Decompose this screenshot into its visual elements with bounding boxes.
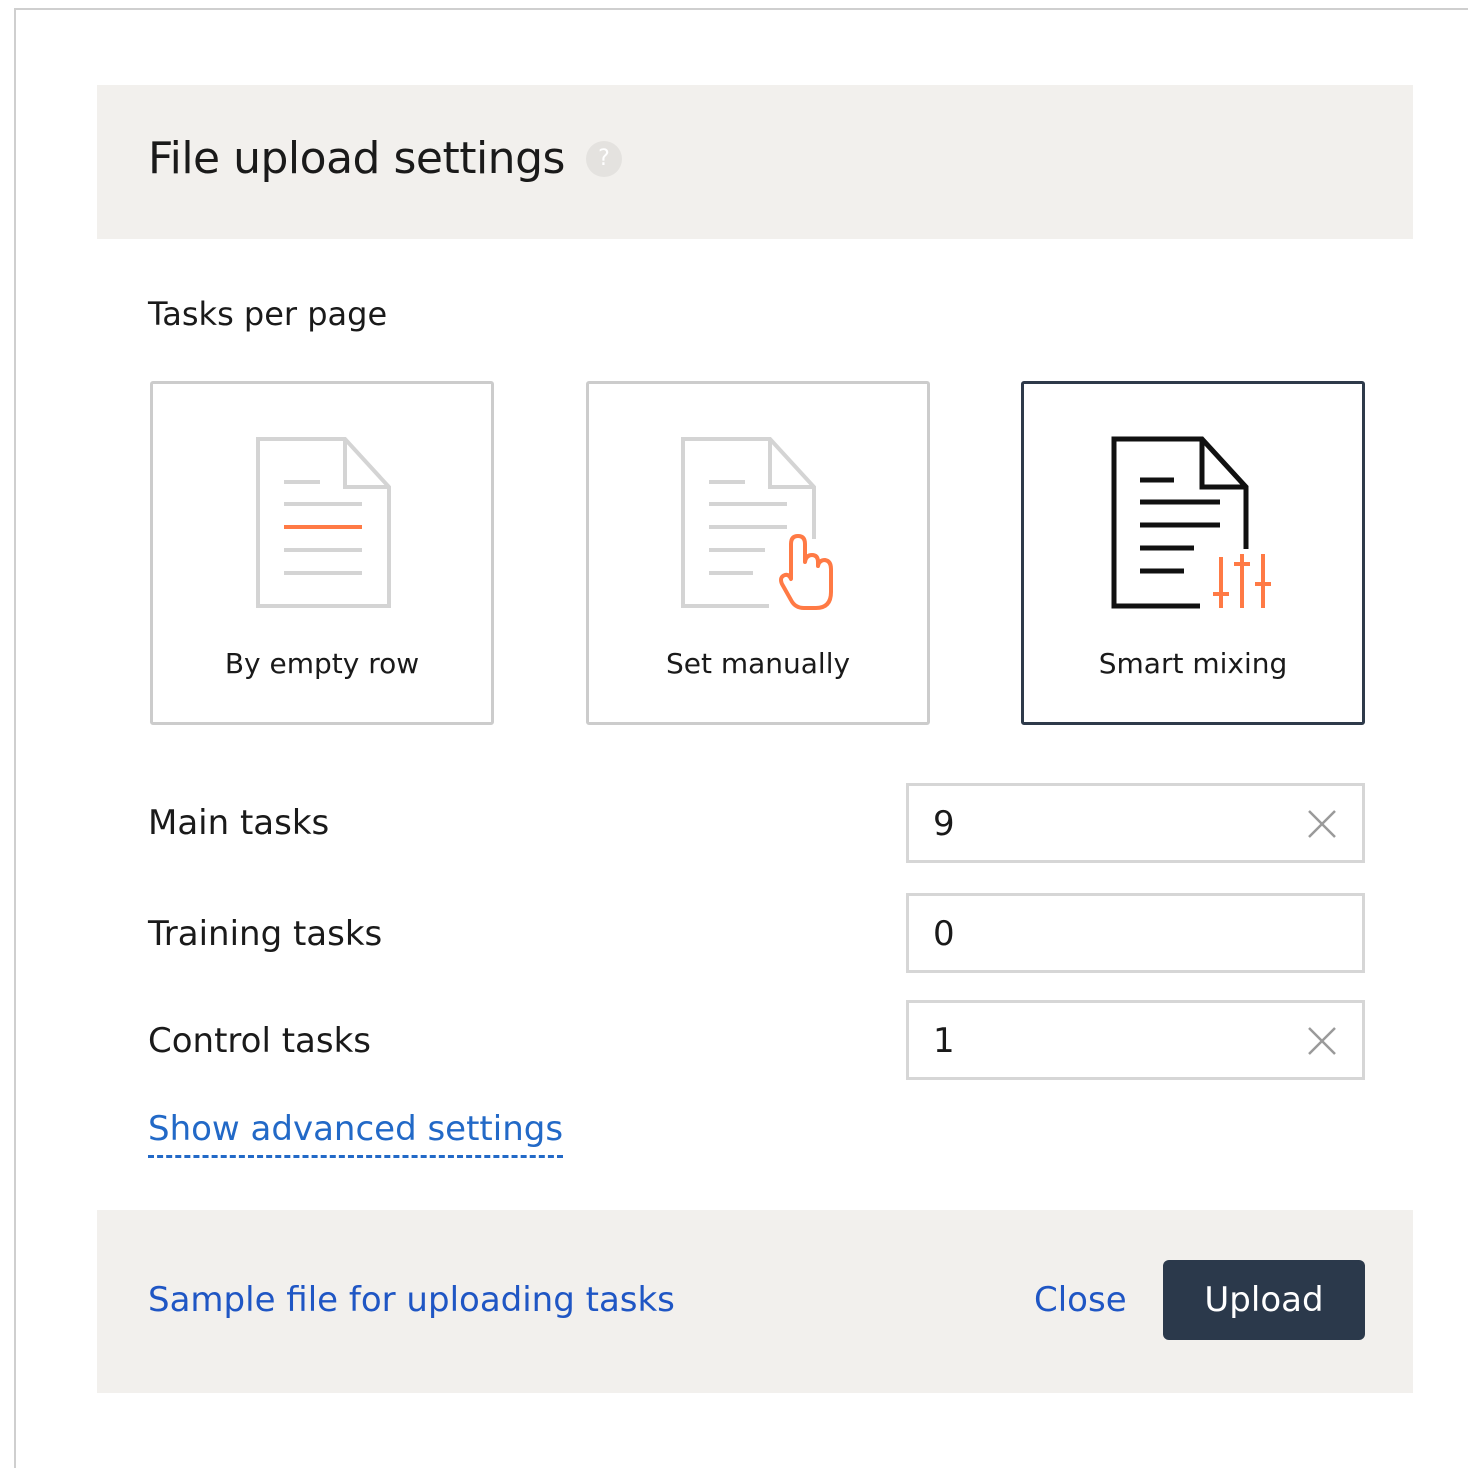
main-tasks-label: Main tasks [148, 803, 330, 843]
dialog-footer: Sample file for uploading tasks Close Up… [97, 1210, 1413, 1393]
option-label: By empty row [224, 647, 420, 680]
sample-file-link[interactable]: Sample file for uploading tasks [148, 1278, 675, 1322]
training-tasks-input[interactable]: 0 [906, 893, 1365, 973]
option-smart-mixing[interactable]: Smart mixing [1021, 381, 1365, 725]
tasks-per-page-label: Tasks per page [148, 295, 388, 333]
main-tasks-input[interactable]: 9 [906, 783, 1365, 863]
close-button[interactable]: Close [1034, 1278, 1127, 1322]
clear-icon[interactable] [1306, 1025, 1338, 1057]
training-tasks-value: 0 [933, 914, 955, 954]
clear-icon[interactable] [1306, 808, 1338, 840]
file-upload-settings-dialog: File upload settings ? Tasks per page By… [97, 85, 1413, 1393]
help-icon[interactable]: ? [586, 141, 622, 177]
upload-button[interactable]: Upload [1163, 1260, 1365, 1340]
control-tasks-label: Control tasks [148, 1021, 371, 1061]
option-label: Set manually [665, 647, 851, 680]
option-label: Smart mixing [1098, 647, 1288, 680]
training-tasks-label: Training tasks [148, 914, 383, 954]
control-tasks-value: 1 [933, 1021, 955, 1061]
option-set-manually[interactable]: Set manually [586, 381, 930, 725]
show-advanced-settings-link[interactable]: Show advanced settings [148, 1107, 564, 1158]
option-by-empty-row[interactable]: By empty row [150, 381, 494, 725]
main-tasks-value: 9 [933, 804, 955, 844]
control-tasks-input[interactable]: 1 [906, 1000, 1365, 1080]
dialog-header: File upload settings ? [97, 85, 1413, 239]
dialog-title: File upload settings [148, 133, 565, 184]
